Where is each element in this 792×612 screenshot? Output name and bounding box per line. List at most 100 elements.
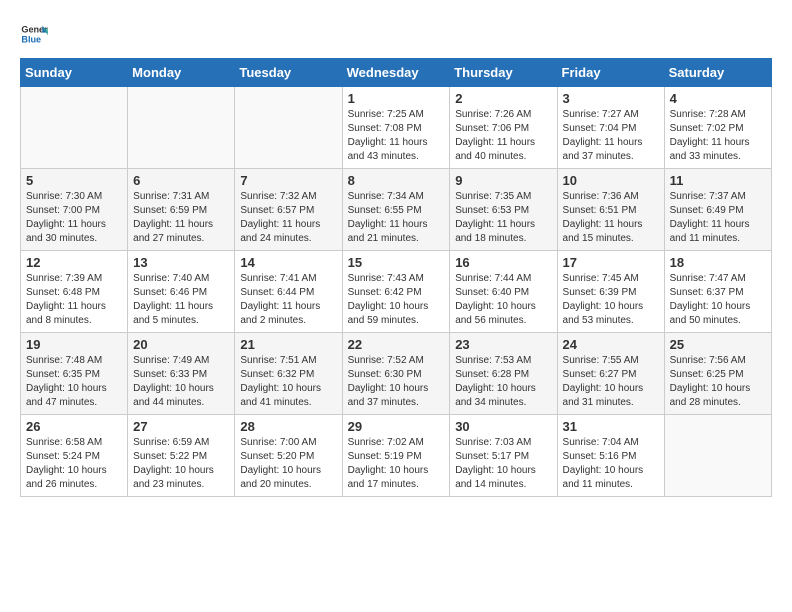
day-number: 13 (133, 255, 229, 270)
day-info: Sunrise: 7:28 AM Sunset: 7:02 PM Dayligh… (670, 108, 766, 164)
day-number: 27 (133, 419, 229, 434)
calendar-cell: 18 Sunrise: 7:47 AM Sunset: 6:37 PM Dayli… (664, 251, 771, 333)
calendar-week-1: 1Sunrise: 7:25 AM Sunset: 7:08 PM Daylig… (21, 87, 772, 169)
day-info: Sunrise: 7:43 AM Sunset: 6:42 PM Dayligh… (348, 272, 445, 328)
day-info: Sunrise: 7:45 AM Sunset: 6:39 PM Dayligh… (563, 272, 659, 328)
calendar-header-row: SundayMondayTuesdayWednesdayThursdayFrid… (21, 59, 772, 87)
day-number: 1 (348, 91, 445, 106)
column-header-tuesday: Tuesday (235, 59, 342, 87)
day-info: Sunrise: 7:39 AM Sunset: 6:48 PM Dayligh… (26, 272, 122, 328)
day-info: Sunrise: 7:36 AM Sunset: 6:51 PM Dayligh… (563, 190, 659, 246)
calendar-cell: 14 Sunrise: 7:41 AM Sunset: 6:44 PM Dayli… (235, 251, 342, 333)
day-number: 12 (26, 255, 122, 270)
column-header-monday: Monday (128, 59, 235, 87)
calendar-cell: 9 Sunrise: 7:35 AM Sunset: 6:53 PM Daylig… (450, 169, 557, 251)
page-header: General Blue (20, 20, 772, 48)
day-info: Sunrise: 7:55 AM Sunset: 6:27 PM Dayligh… (563, 354, 659, 410)
calendar-cell: 29 Sunrise: 7:02 AM Sunset: 5:19 PM Dayli… (342, 415, 450, 497)
day-info: Sunrise: 7:00 AM Sunset: 5:20 PM Dayligh… (240, 436, 336, 492)
calendar-week-4: 19Sunrise: 7:48 AM Sunset: 6:35 PM Dayli… (21, 333, 772, 415)
day-number: 9 (455, 173, 551, 188)
day-number: 14 (240, 255, 336, 270)
day-number: 4 (670, 91, 766, 106)
day-info: Sunrise: 7:56 AM Sunset: 6:25 PM Dayligh… (670, 354, 766, 410)
calendar-cell: 16 Sunrise: 7:44 AM Sunset: 6:40 PM Dayli… (450, 251, 557, 333)
calendar-week-2: 5 Sunrise: 7:30 AM Sunset: 7:00 PM Daylig… (21, 169, 772, 251)
day-number: 24 (563, 337, 659, 352)
day-number: 5 (26, 173, 122, 188)
day-number: 18 (670, 255, 766, 270)
column-header-saturday: Saturday (664, 59, 771, 87)
calendar-cell (235, 87, 342, 169)
day-number: 11 (670, 173, 766, 188)
day-number: 17 (563, 255, 659, 270)
day-info: Sunrise: 7:49 AM Sunset: 6:33 PM Dayligh… (133, 354, 229, 410)
day-info: Sunrise: 6:58 AM Sunset: 5:24 PM Dayligh… (26, 436, 122, 492)
calendar-cell: 12 Sunrise: 7:39 AM Sunset: 6:48 PM Dayli… (21, 251, 128, 333)
calendar-cell: 6 Sunrise: 7:31 AM Sunset: 6:59 PM Daylig… (128, 169, 235, 251)
calendar-cell: 10 Sunrise: 7:36 AM Sunset: 6:51 PM Dayli… (557, 169, 664, 251)
day-info: Sunrise: 7:04 AM Sunset: 5:16 PM Dayligh… (563, 436, 659, 492)
column-header-thursday: Thursday (450, 59, 557, 87)
calendar-cell (128, 87, 235, 169)
day-number: 21 (240, 337, 336, 352)
day-info: Sunrise: 7:35 AM Sunset: 6:53 PM Dayligh… (455, 190, 551, 246)
calendar-cell: 8 Sunrise: 7:34 AM Sunset: 6:55 PM Daylig… (342, 169, 450, 251)
calendar-cell: 5 Sunrise: 7:30 AM Sunset: 7:00 PM Daylig… (21, 169, 128, 251)
day-number: 15 (348, 255, 445, 270)
day-number: 2 (455, 91, 551, 106)
day-info: Sunrise: 7:30 AM Sunset: 7:00 PM Dayligh… (26, 190, 122, 246)
calendar-cell: 28 Sunrise: 7:00 AM Sunset: 5:20 PM Dayli… (235, 415, 342, 497)
day-info: Sunrise: 7:47 AM Sunset: 6:37 PM Dayligh… (670, 272, 766, 328)
day-info: Sunrise: 7:41 AM Sunset: 6:44 PM Dayligh… (240, 272, 336, 328)
day-info: Sunrise: 7:53 AM Sunset: 6:28 PM Dayligh… (455, 354, 551, 410)
calendar-cell: 4 Sunrise: 7:28 AM Sunset: 7:02 PM Daylig… (664, 87, 771, 169)
day-info: Sunrise: 7:26 AM Sunset: 7:06 PM Dayligh… (455, 108, 551, 164)
day-info: Sunrise: 7:40 AM Sunset: 6:46 PM Dayligh… (133, 272, 229, 328)
calendar-cell: 26Sunrise: 6:58 AM Sunset: 5:24 PM Dayli… (21, 415, 128, 497)
calendar-table: SundayMondayTuesdayWednesdayThursdayFrid… (20, 58, 772, 497)
calendar-cell (21, 87, 128, 169)
calendar-cell: 22Sunrise: 7:52 AM Sunset: 6:30 PM Dayli… (342, 333, 450, 415)
day-number: 10 (563, 173, 659, 188)
day-number: 7 (240, 173, 336, 188)
calendar-cell: 3 Sunrise: 7:27 AM Sunset: 7:04 PM Daylig… (557, 87, 664, 169)
day-info: Sunrise: 7:32 AM Sunset: 6:57 PM Dayligh… (240, 190, 336, 246)
day-number: 23 (455, 337, 551, 352)
logo-icon: General Blue (20, 20, 48, 48)
day-number: 28 (240, 419, 336, 434)
day-info: Sunrise: 7:44 AM Sunset: 6:40 PM Dayligh… (455, 272, 551, 328)
day-number: 6 (133, 173, 229, 188)
calendar-cell: 24 Sunrise: 7:55 AM Sunset: 6:27 PM Dayli… (557, 333, 664, 415)
day-number: 19 (26, 337, 122, 352)
day-number: 8 (348, 173, 445, 188)
calendar-week-5: 26Sunrise: 6:58 AM Sunset: 5:24 PM Dayli… (21, 415, 772, 497)
calendar-cell: 15 Sunrise: 7:43 AM Sunset: 6:42 PM Dayli… (342, 251, 450, 333)
calendar-cell: 23 Sunrise: 7:53 AM Sunset: 6:28 PM Dayli… (450, 333, 557, 415)
calendar-cell: 21 Sunrise: 7:51 AM Sunset: 6:32 PM Dayli… (235, 333, 342, 415)
day-info: Sunrise: 7:37 AM Sunset: 6:49 PM Dayligh… (670, 190, 766, 246)
calendar-cell: 1Sunrise: 7:25 AM Sunset: 7:08 PM Daylig… (342, 87, 450, 169)
calendar-cell: 13 Sunrise: 7:40 AM Sunset: 6:46 PM Dayli… (128, 251, 235, 333)
calendar-cell: 17 Sunrise: 7:45 AM Sunset: 6:39 PM Dayli… (557, 251, 664, 333)
day-info: Sunrise: 7:31 AM Sunset: 6:59 PM Dayligh… (133, 190, 229, 246)
day-number: 16 (455, 255, 551, 270)
column-header-wednesday: Wednesday (342, 59, 450, 87)
day-number: 3 (563, 91, 659, 106)
calendar-week-3: 12 Sunrise: 7:39 AM Sunset: 6:48 PM Dayli… (21, 251, 772, 333)
day-number: 29 (348, 419, 445, 434)
day-number: 30 (455, 419, 551, 434)
calendar-cell: 25Sunrise: 7:56 AM Sunset: 6:25 PM Dayli… (664, 333, 771, 415)
day-info: Sunrise: 7:02 AM Sunset: 5:19 PM Dayligh… (348, 436, 445, 492)
calendar-cell: 7 Sunrise: 7:32 AM Sunset: 6:57 PM Daylig… (235, 169, 342, 251)
calendar-cell: 2 Sunrise: 7:26 AM Sunset: 7:06 PM Daylig… (450, 87, 557, 169)
column-header-sunday: Sunday (21, 59, 128, 87)
day-info: Sunrise: 7:52 AM Sunset: 6:30 PM Dayligh… (348, 354, 445, 410)
day-info: Sunrise: 7:27 AM Sunset: 7:04 PM Dayligh… (563, 108, 659, 164)
calendar-cell: 30Sunrise: 7:03 AM Sunset: 5:17 PM Dayli… (450, 415, 557, 497)
day-info: Sunrise: 7:51 AM Sunset: 6:32 PM Dayligh… (240, 354, 336, 410)
day-info: Sunrise: 6:59 AM Sunset: 5:22 PM Dayligh… (133, 436, 229, 492)
day-number: 31 (563, 419, 659, 434)
calendar-cell: 11 Sunrise: 7:37 AM Sunset: 6:49 PM Dayli… (664, 169, 771, 251)
day-info: Sunrise: 7:34 AM Sunset: 6:55 PM Dayligh… (348, 190, 445, 246)
